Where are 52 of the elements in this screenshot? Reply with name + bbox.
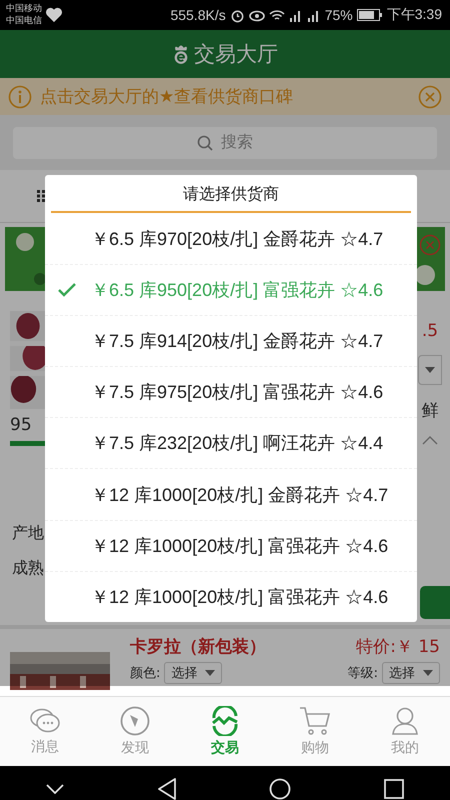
field-label: 成熟 [12, 558, 44, 579]
supplier-option[interactable]: ￥6.5 库970[20枝/扎] 金爵花卉 ☆4.7 [45, 213, 417, 265]
dialog-title: 请选择供货商 [182, 183, 280, 205]
heart-icon [45, 7, 63, 23]
count-text: 95 [10, 415, 33, 435]
eye-icon [248, 8, 265, 22]
product-name: 卡罗拉（新包装） [130, 636, 266, 658]
supplier-option[interactable]: ￥12 库1000[20枝/扎] 金爵花卉 ☆4.7 [45, 469, 417, 521]
supplier-option[interactable]: ￥7.5 库232[20枝/扎] 啊汪花卉 ☆4.4 [45, 418, 417, 470]
product-name: 鲜 [422, 400, 438, 422]
dropdown[interactable] [418, 355, 442, 385]
cart-icon [299, 706, 331, 736]
caret-icon [425, 367, 435, 373]
chevron-down-icon[interactable] [46, 784, 64, 794]
page-title: 交易大厅 [194, 41, 278, 68]
back-icon[interactable] [156, 778, 177, 800]
logo-icon [172, 43, 190, 65]
supplier-option[interactable]: ￥7.5 库914[20枝/扎] 金爵花卉 ☆4.7 [45, 316, 417, 368]
supplier-option[interactable]: ￥7.5 库975[20枝/扎] 富强花卉 ☆4.6 [45, 367, 417, 418]
exchange-icon [210, 706, 240, 736]
battery-icon [356, 9, 383, 21]
notice-text: 点击交易大厅的★查看供货商口碑 [40, 86, 294, 108]
search-icon [197, 134, 213, 150]
chevron-up-icon[interactable] [422, 436, 438, 445]
alarm-icon [230, 8, 245, 22]
supplier-option[interactable]: ￥12 库1000[20枝/扎] 富强花卉 ☆4.6 [45, 520, 417, 572]
network-speed: 555.8K/s [170, 7, 226, 23]
grade-select[interactable]: 选择 [382, 662, 440, 684]
field-label: 产地 [12, 523, 44, 544]
field-label: 等级: [348, 665, 378, 682]
battery-percent: 75% [324, 7, 353, 23]
signal-icon [288, 8, 303, 22]
caret-icon [423, 670, 433, 676]
carrier-name: 中国移动 [6, 3, 42, 15]
caret-icon [205, 670, 216, 676]
carrier-name: 中国电信 [6, 15, 42, 27]
chat-icon [29, 707, 61, 735]
compass-icon [120, 706, 150, 736]
field-label: 颜色: [130, 665, 160, 682]
recents-icon[interactable] [384, 778, 404, 798]
person-icon [391, 706, 419, 736]
info-icon [8, 84, 32, 108]
color-select[interactable]: 选择 [164, 662, 222, 684]
price-text: .5 [422, 321, 438, 341]
clock: 下午3:39 [386, 6, 442, 24]
home-icon[interactable] [269, 778, 292, 800]
tab[interactable]: 交易 [180, 697, 270, 766]
check-icon [58, 282, 76, 297]
price-text: 特价:￥ 15 [356, 636, 440, 658]
supplier-option[interactable]: ￥12 库1000[20枝/扎] 富强花卉 ☆4.6 [45, 572, 417, 622]
signal-icon [306, 8, 321, 22]
wifi-icon [268, 8, 285, 22]
